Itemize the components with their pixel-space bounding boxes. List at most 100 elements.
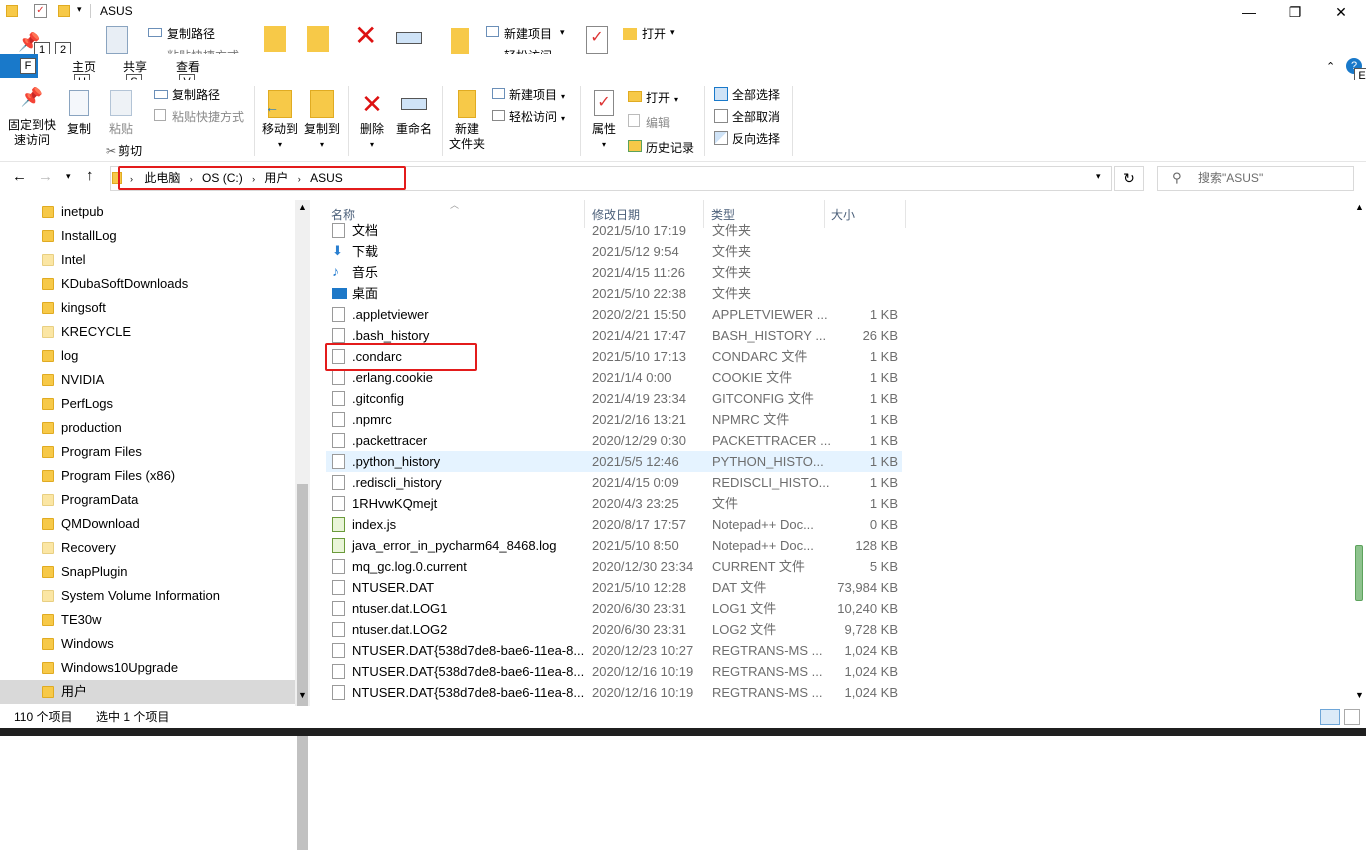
nav-item[interactable]: KDubaSoftDownloads [0,272,295,296]
forward-arrow-icon[interactable]: → [38,168,53,185]
copy-button[interactable]: 复制 [64,90,94,137]
sort-ascending-icon: ︿ [450,200,460,210]
file-icon [332,643,345,658]
tab-home[interactable]: 主页 [72,58,96,75]
refresh-icon[interactable]: ↻ [1114,166,1144,191]
close-button[interactable]: ✕ [1318,0,1364,24]
new-item-icon [486,26,499,37]
file-name: .npmrc [352,412,392,427]
nav-item[interactable]: InstallLog [0,224,295,248]
list-scrollbar-thumb[interactable] [1355,545,1363,601]
nav-item[interactable]: Intel [0,248,295,272]
edit-button[interactable]: 编辑 [628,113,670,133]
nav-item[interactable]: Program Files (x86) [0,464,295,488]
move-to-label: 移动到 [261,122,298,136]
properties-quick-icon[interactable]: ✓ [34,4,47,18]
list-scroll-down-icon[interactable]: ▼ [1355,690,1364,700]
maximize-button[interactable]: ❐ [1272,0,1318,24]
ribbon-divider [442,86,443,156]
details-view-icon[interactable] [1320,709,1340,725]
paste-button[interactable]: 粘贴 [106,90,136,137]
file-name: .python_history [352,454,441,469]
properties-icon: ✓ [586,26,608,54]
list-scroll-up-icon[interactable]: ▲ [1355,202,1364,212]
nav-item[interactable]: PerfLogs [0,392,295,416]
file-type: 文件夹 [712,265,752,280]
search-input[interactable]: 搜索"ASUS" [1157,166,1354,191]
invert-selection-button[interactable]: 反向选择 [714,129,780,149]
open-button[interactable]: 打开 ▾ [628,88,678,108]
select-all-button[interactable]: 全部选择 [714,85,780,105]
file-name: 1RHvwKQmejt [352,496,438,511]
nav-item[interactable]: Windows10Upgrade [0,656,295,680]
delete-button[interactable]: ✕ 删除 ▾ [354,90,390,152]
file-date: 2020/12/16 10:19 [592,685,694,700]
navigation-pane: inetpub InstallLog Intel KDubaSoftDownloads… [0,200,310,706]
nav-item[interactable]: System Volume Information [0,584,295,608]
paste-label: 粘贴 [108,122,133,136]
address-dropdown-icon[interactable]: ▾ [1096,171,1101,182]
nav-item[interactable]: TE30w [0,608,295,632]
nav-scrollbar[interactable]: ▲ ▼ [295,200,310,850]
nav-item[interactable]: SnapPlugin [0,560,295,584]
scroll-up-icon[interactable]: ▲ [298,202,307,212]
select-none-button[interactable]: 全部取消 [714,107,780,127]
copy-to-button[interactable]: 复制到 ▾ [302,90,342,152]
copy-path-button[interactable]: 复制路径 [154,85,220,105]
file-date: 2020/12/29 0:30 [592,433,686,448]
new-folder-quick-icon[interactable] [58,5,70,17]
list-scrollbar[interactable]: ▲ ▼ [1352,200,1366,706]
recent-dropdown-icon[interactable]: ▾ [66,171,71,182]
easy-access-button[interactable]: 轻松访问 ▾ [492,107,565,127]
new-folder-button[interactable]: 新建 文件夹 [446,90,488,152]
copy-to-icon [310,90,334,118]
nav-item-label: production [61,420,122,435]
folder-icon [42,206,54,218]
file-icon [332,454,345,469]
new-item-button[interactable]: 新建项目 ▾ [492,85,565,105]
file-icon [332,433,345,448]
properties-button[interactable]: ✓ 属性 ▾ [586,90,622,152]
nav-item[interactable]: ProgramData [0,488,295,512]
nav-item[interactable]: Program Files [0,440,295,464]
qat-dropdown-icon[interactable]: ▾ [77,4,82,15]
nav-item[interactable]: QMDownload [0,512,295,536]
up-arrow-icon[interactable]: ↑ [86,167,94,184]
back-arrow-icon[interactable]: ← [12,168,27,185]
file-type: REDISCLI_HISTO... [712,475,830,490]
nav-scrollbar-thumb[interactable] [297,484,308,850]
tab-share[interactable]: 共享 [123,58,147,75]
collapse-ribbon-icon[interactable]: ⌃ [1326,60,1335,73]
rename-button[interactable]: 重命名 [394,90,434,137]
nav-item[interactable]: kingsoft [0,296,295,320]
move-to-button[interactable]: ← 移动到 ▾ [260,90,300,152]
file-date: 2020/4/3 23:25 [592,496,679,511]
nav-item[interactable]: production [0,416,295,440]
new-item-arrow-icon: ▾ [561,92,566,101]
file-icon [332,475,345,490]
nav-item[interactable]: 用户 [0,680,295,704]
file-name: .rediscli_history [352,475,442,490]
minimize-button[interactable]: — [1226,0,1272,24]
pin-quick-access-button[interactable]: 📌 固定到快 速访问 [4,88,60,148]
copy-path-label: 复制路径 [172,88,221,102]
nav-item[interactable]: log [0,344,295,368]
paste-shortcut-button[interactable]: 粘贴快捷方式 [154,107,244,127]
folder-icon [42,494,54,506]
large-icons-view-icon[interactable] [1344,709,1360,725]
tab-view[interactable]: 查看 [176,58,200,75]
copy-icon [69,90,89,116]
nav-item[interactable]: NVIDIA [0,368,295,392]
nav-item[interactable]: Recovery [0,536,295,560]
nav-item[interactable]: Windows [0,632,295,656]
nav-item[interactable]: inetpub [0,200,295,224]
copy-path-icon [148,28,162,37]
edit-label: 编辑 [646,116,671,130]
cut-button[interactable]: ✂ 剪切 [106,141,142,161]
scroll-down-icon[interactable]: ▼ [298,690,307,700]
history-button[interactable]: 历史记录 [628,138,694,158]
select-all-label: 全部选择 [732,88,781,102]
nav-item[interactable]: KRECYCLE [0,320,295,344]
column-divider [905,200,906,228]
window-title: ASUS [100,4,133,18]
